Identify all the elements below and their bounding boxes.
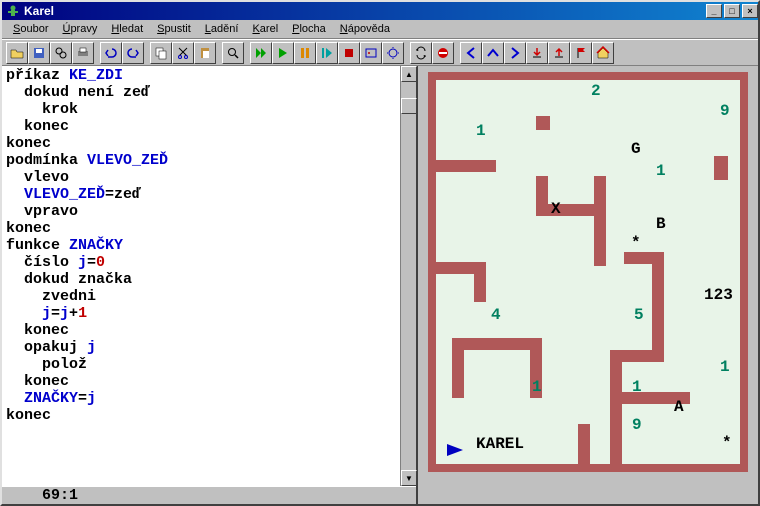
menu-soubor[interactable]: Soubor	[6, 21, 55, 37]
cursor-position: 69:1	[42, 487, 78, 504]
arrow-up-icon[interactable]	[482, 42, 504, 64]
titlebar: Karel _ □ ×	[2, 2, 758, 20]
code-editor[interactable]: příkaz KE_ZDI dokud není zeď krok koneck…	[2, 66, 400, 486]
world-label: KAREL	[476, 435, 524, 453]
undo-icon[interactable]	[100, 42, 122, 64]
run-icon[interactable]	[272, 42, 294, 64]
world-label: 1	[632, 378, 642, 396]
copy-icon[interactable]	[150, 42, 172, 64]
scroll-up-button[interactable]: ▲	[401, 66, 417, 82]
world-label: 2	[591, 82, 601, 100]
no-entry-icon[interactable]	[432, 42, 454, 64]
app-icon	[6, 4, 20, 18]
run-fast-icon[interactable]	[250, 42, 272, 64]
world-label: 4	[491, 306, 501, 324]
find-icon[interactable]	[50, 42, 72, 64]
app-window: Karel _ □ × Soubor Úpravy Hledat Spustit…	[0, 0, 760, 506]
arrow-right-icon[interactable]	[504, 42, 526, 64]
world-label: X	[551, 200, 561, 218]
world-label: 9	[632, 416, 642, 434]
step-icon[interactable]	[316, 42, 338, 64]
redo-icon[interactable]	[122, 42, 144, 64]
world-label: B	[656, 215, 666, 233]
save-icon[interactable]	[28, 42, 50, 64]
maximize-button[interactable]: □	[724, 4, 740, 18]
stop-icon[interactable]	[338, 42, 360, 64]
paste-icon[interactable]	[194, 42, 216, 64]
client-area: příkaz KE_ZDI dokud není zeď krok koneck…	[2, 66, 758, 504]
editor-scrollbar[interactable]: ▲ ▼	[400, 66, 416, 486]
put-icon[interactable]	[526, 42, 548, 64]
world-label: 1	[720, 358, 730, 376]
menu-spustit[interactable]: Spustit	[150, 21, 198, 37]
close-button[interactable]: ×	[742, 4, 758, 18]
pause-icon[interactable]	[294, 42, 316, 64]
karel-world[interactable]: 2911GXB*451231119A*KAREL	[428, 72, 748, 472]
scroll-thumb[interactable]	[401, 98, 417, 114]
world-label: 1	[532, 378, 542, 396]
flag-icon[interactable]	[570, 42, 592, 64]
world-label: 5	[634, 306, 644, 324]
menu-napoveda[interactable]: Nápověda	[333, 21, 397, 37]
search-icon[interactable]	[222, 42, 244, 64]
world-label: 1	[656, 162, 666, 180]
title-text: Karel	[24, 4, 54, 18]
home-icon[interactable]	[592, 42, 614, 64]
editor-pane: příkaz KE_ZDI dokud není zeď krok koneck…	[2, 66, 418, 504]
debug-icon[interactable]	[382, 42, 404, 64]
world-label: A	[674, 398, 684, 416]
statusbar: 69:1	[2, 486, 416, 504]
sync-icon[interactable]	[410, 42, 432, 64]
world-label: 9	[720, 102, 730, 120]
world-label: *	[722, 434, 732, 452]
menu-ladeni[interactable]: Ladění	[198, 21, 246, 37]
print-icon[interactable]	[72, 42, 94, 64]
world-pane: 2911GXB*451231119A*KAREL	[418, 66, 758, 504]
karel-robot-icon	[446, 443, 464, 460]
menu-karel[interactable]: Karel	[245, 21, 285, 37]
world-label: 1	[476, 122, 486, 140]
cut-icon[interactable]	[172, 42, 194, 64]
arrow-left-icon[interactable]	[460, 42, 482, 64]
scroll-down-button[interactable]: ▼	[401, 470, 417, 486]
menu-upravy[interactable]: Úpravy	[55, 21, 104, 37]
trace-icon[interactable]	[360, 42, 382, 64]
open-icon[interactable]	[6, 42, 28, 64]
toolbar	[2, 39, 758, 66]
pick-icon[interactable]	[548, 42, 570, 64]
world-label: G	[631, 140, 641, 158]
menubar: Soubor Úpravy Hledat Spustit Ladění Kare…	[2, 20, 758, 39]
world-label: 123	[704, 286, 733, 304]
menu-hledat[interactable]: Hledat	[104, 21, 150, 37]
minimize-button[interactable]: _	[706, 4, 722, 18]
world-label: *	[631, 234, 641, 252]
menu-plocha[interactable]: Plocha	[285, 21, 333, 37]
